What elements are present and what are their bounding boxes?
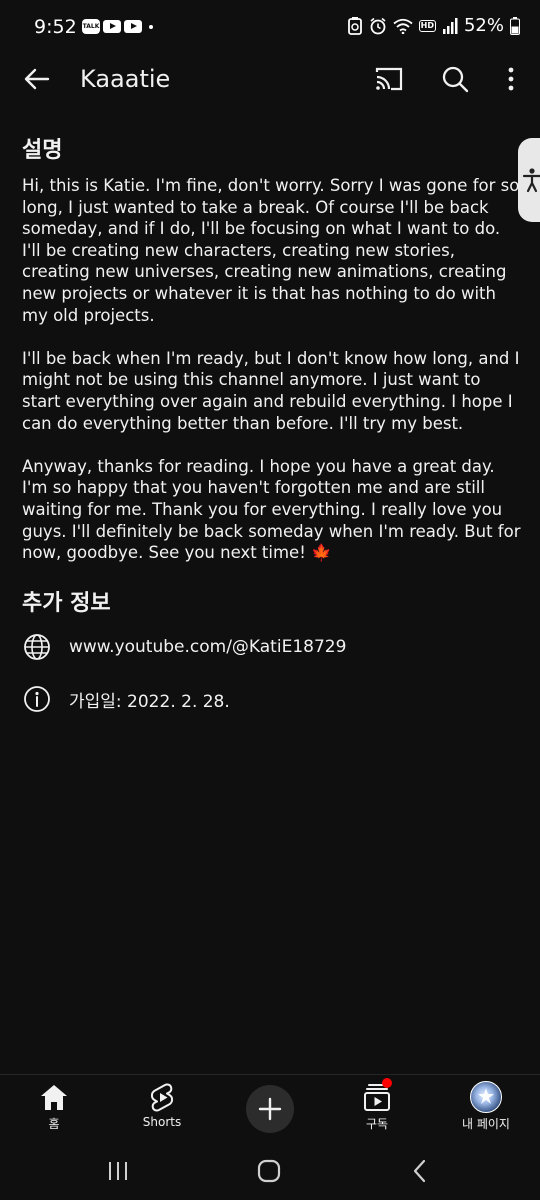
system-status: HD 52%: [347, 15, 520, 36]
nav-home[interactable]: 홈: [4, 1081, 104, 1132]
more-options-button[interactable]: [498, 64, 524, 94]
nav-shorts[interactable]: Shorts: [112, 1081, 212, 1129]
nav-shorts-label: Shorts: [142, 1115, 182, 1129]
home-system-button[interactable]: [249, 1156, 289, 1186]
system-navigation-bar: [0, 1142, 540, 1200]
alarm-icon: [370, 17, 386, 34]
joined-date-row: 가입일: 2022. 2. 28.: [22, 684, 230, 714]
battery-percent: 52%: [463, 15, 504, 36]
description-paragraph: I'll be back when I'm ready, but I don't…: [22, 348, 520, 433]
signal-icon: [442, 17, 458, 34]
avatar: [470, 1081, 502, 1113]
hd-voice-badge: HD: [418, 19, 436, 32]
cast-icon: [375, 67, 403, 91]
info-icon: [22, 684, 52, 714]
description-heading: 설명: [22, 138, 63, 163]
youtube-notification-icon: [103, 20, 121, 33]
notification-icons: TALK: [82, 19, 153, 34]
channel-title: Kaaatie: [80, 65, 171, 93]
nav-home-label: 홈: [48, 1117, 60, 1131]
joined-date: 가입일: 2022. 2. 28.: [69, 691, 230, 712]
channel-link-row[interactable]: www.youtube.com/@KatiE18729: [22, 632, 346, 662]
home-icon: [41, 1085, 67, 1110]
nav-subscriptions-label: 구독: [365, 1117, 389, 1131]
nav-you-label: 내 페이지: [462, 1117, 510, 1131]
back-arrow-icon: [24, 68, 50, 90]
nav-you[interactable]: 내 페이지: [436, 1081, 536, 1132]
notification-dot: [382, 1078, 392, 1088]
kakaotalk-icon: TALK: [82, 19, 100, 34]
bottom-navigation: 홈 Shorts 구독 내 페이지: [0, 1074, 540, 1143]
recent-apps-button[interactable]: [98, 1156, 138, 1186]
recycle-icon: [347, 16, 362, 35]
more-vertical-icon: [508, 67, 514, 91]
shorts-icon: [150, 1083, 174, 1112]
cast-button[interactable]: [374, 64, 404, 94]
search-icon: [442, 66, 469, 93]
more-notifications-dot: [149, 24, 153, 29]
globe-icon: [22, 632, 52, 662]
search-button[interactable]: [440, 64, 470, 94]
status-bar: 9:52 TALK HD 52%: [0, 0, 540, 56]
description-paragraph: Hi, this is Katie. I'm fine, don't worry…: [22, 176, 520, 325]
back-chevron-icon: [413, 1159, 426, 1183]
wifi-icon: [393, 18, 413, 34]
plus-icon: [258, 1097, 282, 1121]
more-info-heading: 추가 정보: [22, 591, 111, 616]
create-button[interactable]: [246, 1085, 294, 1133]
accessibility-icon: [522, 168, 540, 193]
channel-link[interactable]: www.youtube.com/@KatiE18729: [69, 637, 346, 657]
description-paragraph: Anyway, thanks for reading. I hope you h…: [22, 456, 521, 563]
youtube-notification-icon: [124, 20, 142, 33]
battery-icon: [510, 16, 520, 35]
back-button[interactable]: [22, 64, 52, 94]
recent-apps-icon: [109, 1162, 127, 1180]
channel-description: Hi, this is Katie. I'm fine, don't worry…: [22, 175, 522, 585]
app-bar: Kaaatie: [0, 56, 540, 102]
nav-subscriptions[interactable]: 구독: [327, 1078, 427, 1132]
back-system-button[interactable]: [400, 1156, 440, 1186]
status-time: 9:52: [34, 16, 77, 38]
home-circle-icon: [257, 1159, 281, 1183]
